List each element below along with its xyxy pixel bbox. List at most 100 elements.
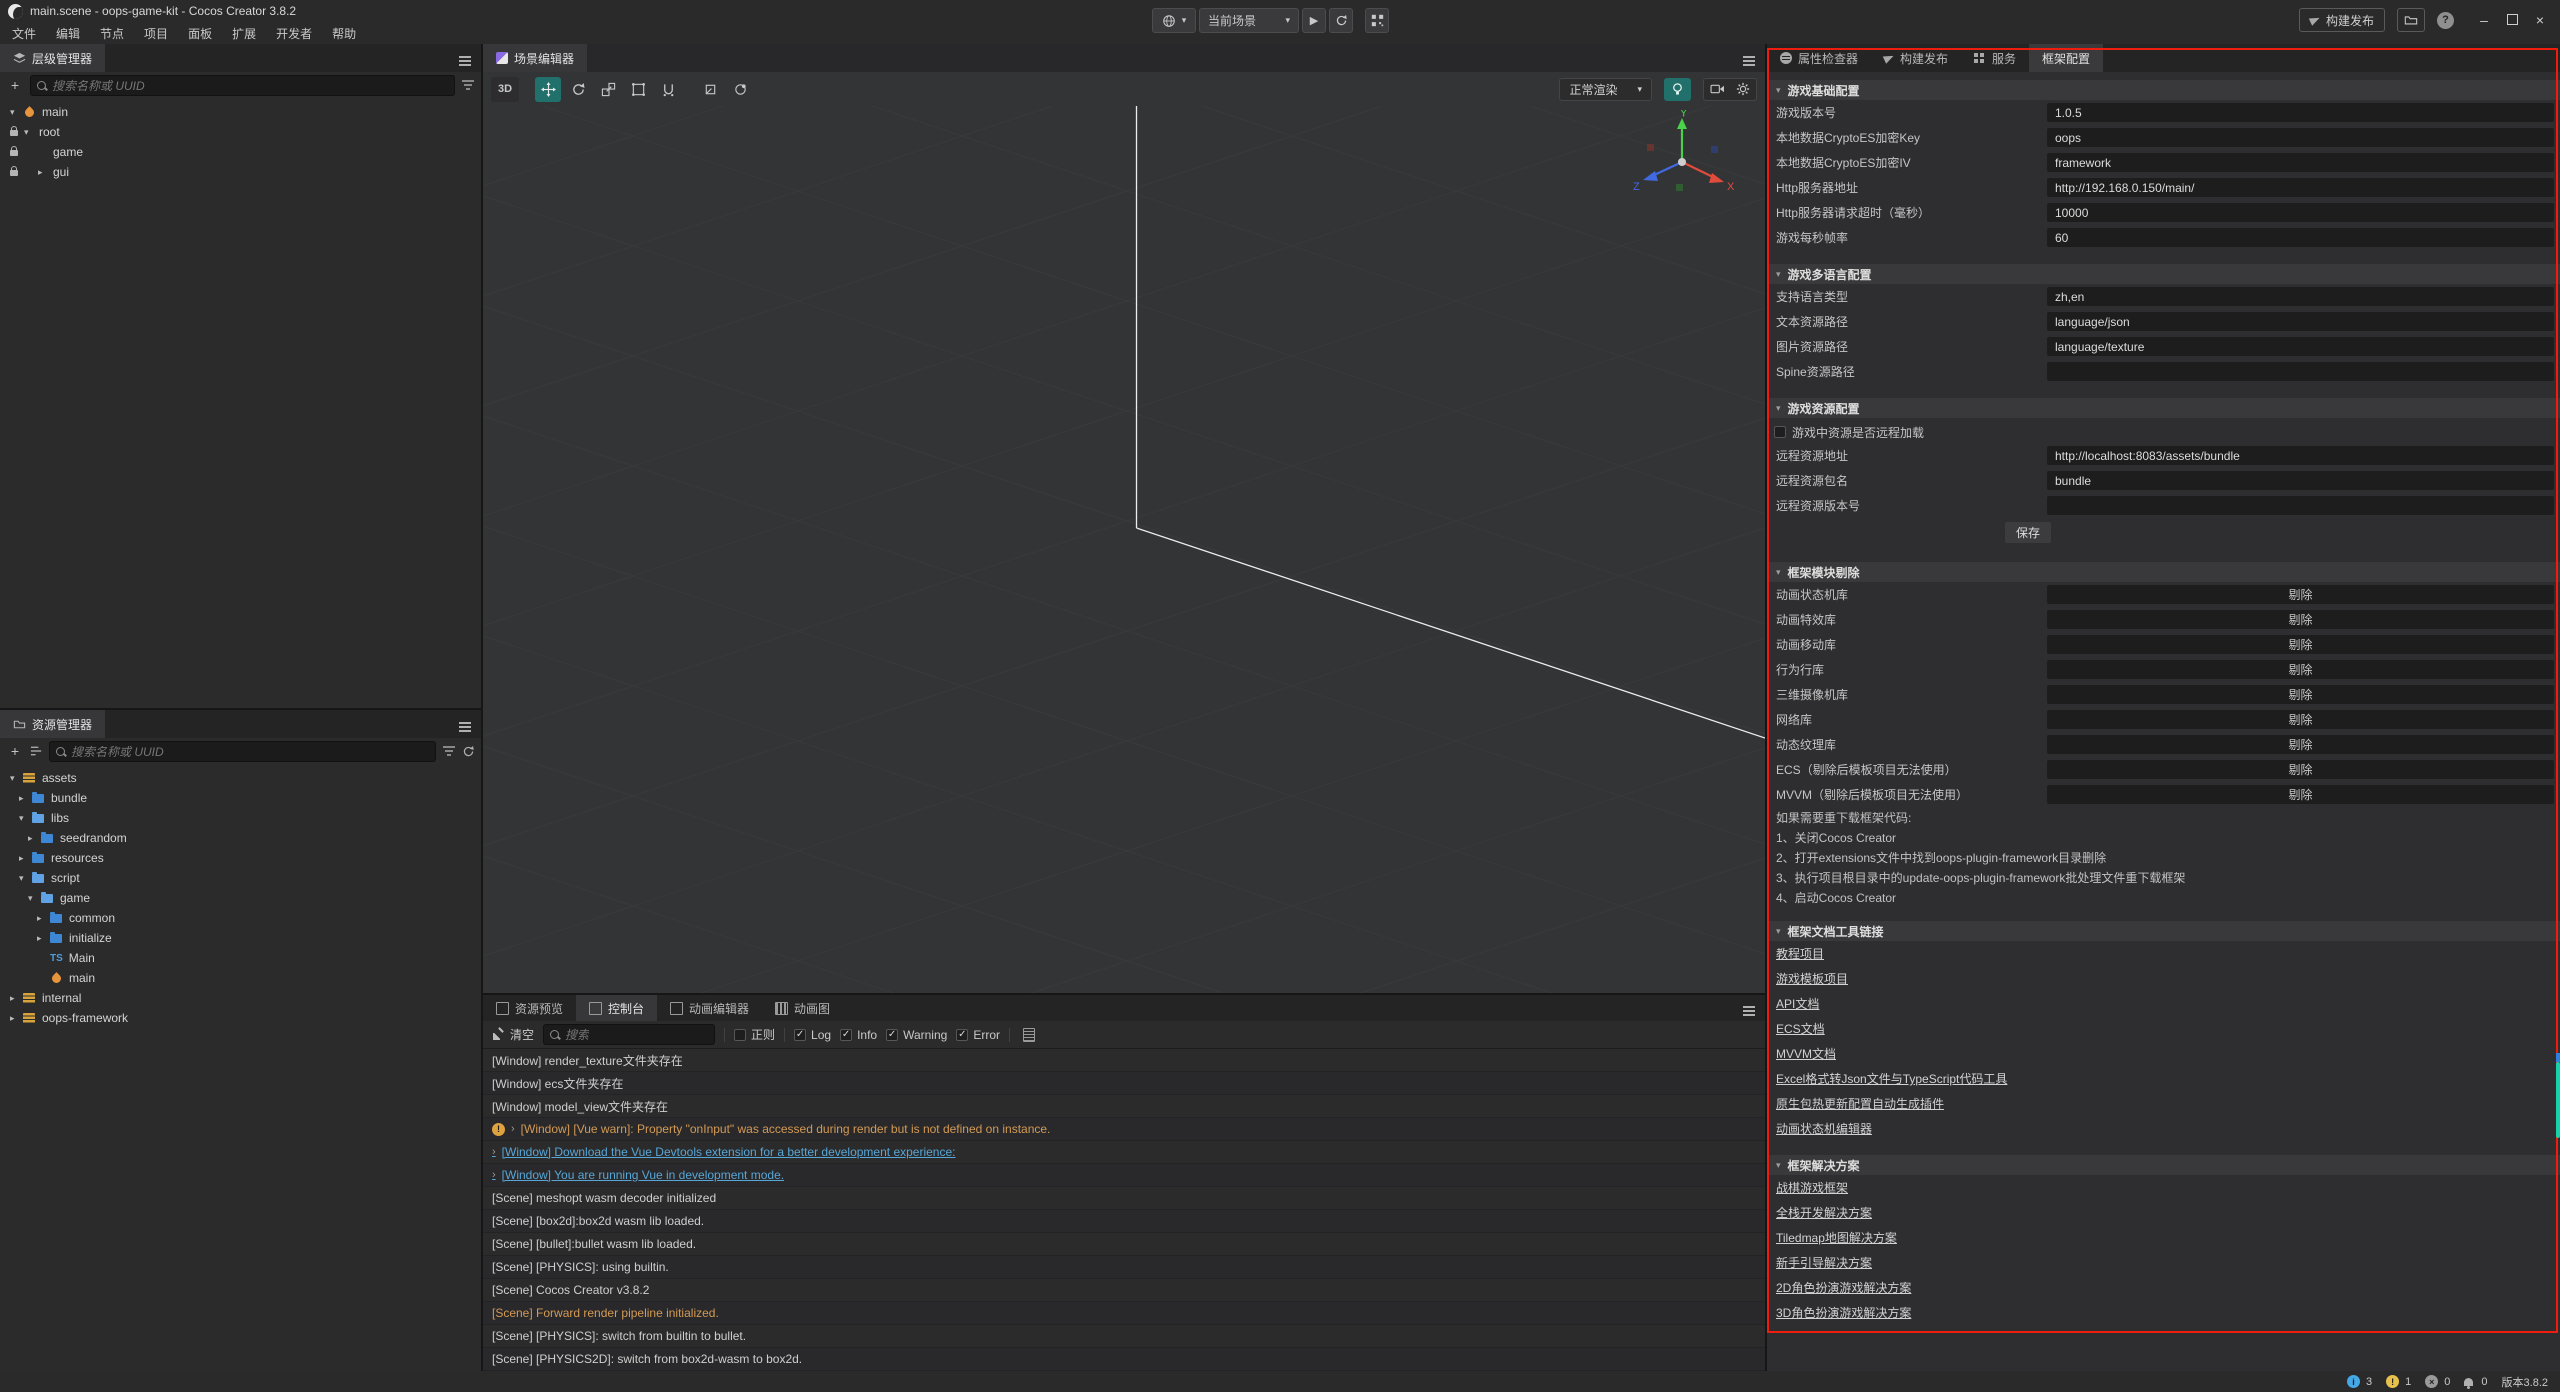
preview-target-button[interactable]: ▾ — [1152, 8, 1196, 33]
snap-settings-button[interactable] — [697, 77, 723, 102]
qr-preview-button[interactable] — [1365, 8, 1389, 33]
trim-module-button[interactable]: 剔除 — [2047, 635, 2554, 654]
regex-toggle[interactable]: 正则 — [734, 1026, 775, 1043]
add-asset-button[interactable]: + — [6, 743, 24, 759]
expand-arrow[interactable]: ▾ — [19, 873, 32, 884]
log-row[interactable]: ! › [Scene] Cocos Creator v3.8.2 — [483, 1279, 1765, 1302]
filter-icon[interactable] — [461, 79, 475, 91]
expand-arrow[interactable]: ▾ — [28, 893, 41, 904]
field-input[interactable]: http://localhost:8083/assets/bundle — [2047, 446, 2554, 465]
log-row[interactable]: ! › [Window] render_texture文件夹存在 — [483, 1049, 1765, 1072]
scale-tool-button[interactable] — [595, 77, 621, 102]
console-area-tab[interactable]: 动画图 — [762, 995, 843, 1021]
field-input[interactable]: framework — [2047, 153, 2554, 172]
filter-checkbox[interactable]: ✓ — [956, 1029, 968, 1041]
solution-link[interactable]: 2D角色扮演游戏解决方案 — [1776, 1279, 1911, 1296]
trim-module-button[interactable]: 剔除 — [2047, 710, 2554, 729]
warning-count-icon[interactable]: ! — [2386, 1375, 2399, 1388]
log-row[interactable]: ! › [Window] model_view文件夹存在 — [483, 1095, 1765, 1118]
asset-node[interactable]: ▾ assets — [0, 768, 481, 788]
section-game-resources[interactable]: ▾ 游戏资源配置 — [1767, 398, 2560, 418]
assets-search-input[interactable]: 搜索名称或 UUID — [49, 741, 436, 762]
trim-module-button[interactable]: 剔除 — [2047, 660, 2554, 679]
lighting-toggle-button[interactable] — [1664, 78, 1691, 101]
trim-module-button[interactable]: 剔除 — [2047, 585, 2554, 604]
expand-arrow[interactable]: ▸ — [10, 1013, 23, 1024]
hierarchy-node[interactable]: ▾ root — [0, 122, 481, 142]
expand-arrow[interactable]: ▾ — [10, 773, 23, 784]
solution-link[interactable]: 全栈开发解决方案 — [1776, 1204, 1872, 1221]
hierarchy-node[interactable]: game — [0, 142, 481, 162]
scene-viewport[interactable]: Y X Z — [483, 106, 1765, 993]
field-input[interactable]: 10000 — [2047, 203, 2554, 222]
scrollbar-thumb[interactable] — [2556, 1062, 2560, 1138]
orientation-gizmo[interactable]: Y X Z — [1627, 110, 1737, 220]
expand-arrow[interactable]: ▸ — [19, 793, 32, 804]
section-solutions[interactable]: ▾ 框架解决方案 — [1767, 1155, 2560, 1175]
expand-arrow[interactable]: ▸ — [38, 167, 51, 178]
refresh-icon[interactable] — [462, 745, 475, 758]
info-count-icon[interactable]: i — [2347, 1375, 2360, 1388]
doc-link[interactable]: 原生包热更新配置自动生成插件 — [1776, 1095, 1944, 1112]
field-input[interactable]: 1.0.5 — [2047, 103, 2554, 122]
expand-chevron-icon[interactable]: › — [492, 1146, 496, 1158]
trim-module-button[interactable]: 剔除 — [2047, 685, 2554, 704]
log-row[interactable]: ! › [Window] Download the Vue Devtools e… — [483, 1141, 1765, 1164]
tab-property-inspector[interactable]: 属性检查器 — [1767, 44, 1871, 72]
log-filter-toggle[interactable]: ✓ Warning — [886, 1028, 947, 1042]
asset-node[interactable]: TS Main — [0, 948, 481, 968]
trim-module-button[interactable]: 剔除 — [2047, 735, 2554, 754]
asset-node[interactable]: ▸ initialize — [0, 928, 481, 948]
log-row[interactable]: ! › [Scene] [box2d]:box2d wasm lib loade… — [483, 1210, 1765, 1233]
tab-build-publish[interactable]: 构建发布 — [1871, 44, 1961, 72]
expand-arrow[interactable]: ▸ — [10, 993, 23, 1004]
scrollbar-segment[interactable] — [2556, 1053, 2560, 1062]
log-row[interactable]: ! › [Scene] [PHYSICS]: switch from built… — [483, 1325, 1765, 1348]
field-input[interactable] — [2047, 496, 2554, 515]
add-node-button[interactable]: + — [6, 77, 24, 93]
asset-node[interactable]: ▸ oops-framework — [0, 1008, 481, 1028]
trim-module-button[interactable]: 剔除 — [2047, 760, 2554, 779]
asset-node[interactable]: ▸ bundle — [0, 788, 481, 808]
log-row[interactable]: ! › [Scene] [bullet]:bullet wasm lib loa… — [483, 1233, 1765, 1256]
scene-settings-button[interactable] — [1730, 79, 1756, 100]
log-row[interactable]: ! › [Window] You are running Vue in deve… — [483, 1164, 1765, 1187]
log-filter-toggle[interactable]: ✓ Error — [956, 1028, 1000, 1042]
scene-camera-button[interactable] — [1704, 79, 1730, 100]
menu-item[interactable]: 项目 — [134, 25, 178, 42]
expand-chevron-icon[interactable]: › — [511, 1123, 515, 1135]
asset-node[interactable]: ▸ common — [0, 908, 481, 928]
tab-services[interactable]: 服务 — [1961, 44, 2029, 72]
tab-scene-editor[interactable]: 场景编辑器 — [483, 44, 587, 72]
menu-item[interactable]: 节点 — [90, 25, 134, 42]
expand-arrow[interactable]: ▸ — [37, 913, 50, 924]
sort-icon[interactable] — [30, 745, 43, 757]
log-row[interactable]: ! › [Scene] [PHYSICS2D]: switch from box… — [483, 1348, 1765, 1371]
asset-node[interactable]: ▾ libs — [0, 808, 481, 828]
log-filter-toggle[interactable]: ✓ Log — [794, 1028, 831, 1042]
asset-node[interactable]: ▸ resources — [0, 848, 481, 868]
trim-module-button[interactable]: 剔除 — [2047, 610, 2554, 629]
asset-node[interactable]: ▸ seedrandom — [0, 828, 481, 848]
doc-link[interactable]: 教程项目 — [1776, 945, 1824, 962]
field-input[interactable]: 60 — [2047, 228, 2554, 247]
asset-node[interactable]: main — [0, 968, 481, 988]
section-game-basic[interactable]: ▾ 游戏基础配置 — [1767, 80, 2560, 100]
field-input[interactable]: bundle — [2047, 471, 2554, 490]
doc-link[interactable]: Excel格式转Json文件与TypeScript代码工具 — [1776, 1070, 2007, 1087]
help-button[interactable]: ? — [2437, 12, 2454, 29]
log-row[interactable]: ! › [Scene] [PHYSICS]: using builtin. — [483, 1256, 1765, 1279]
build-publish-button[interactable]: 构建发布 — [2299, 8, 2385, 32]
remote-load-checkbox[interactable] — [1774, 426, 1786, 438]
play-button[interactable]: ▶ — [1302, 8, 1326, 33]
log-row[interactable]: ! › [Window] [Vue warn]: Property "onInp… — [483, 1118, 1765, 1141]
filter-checkbox[interactable]: ✓ — [840, 1029, 852, 1041]
panel-menu-button[interactable] — [459, 51, 471, 65]
log-row[interactable]: ! › [Scene] Forward render pipeline init… — [483, 1302, 1765, 1325]
console-area-tab[interactable]: 资源预览 — [483, 995, 576, 1021]
ui-transform-tool-button[interactable] — [655, 77, 681, 102]
log-row[interactable]: ! › [Window] ecs文件夹存在 — [483, 1072, 1765, 1095]
solution-link[interactable]: 战棋游戏框架 — [1776, 1179, 1848, 1196]
hierarchy-search-input[interactable]: 搜索名称或 UUID — [30, 75, 455, 96]
reload-button[interactable] — [1329, 8, 1353, 33]
